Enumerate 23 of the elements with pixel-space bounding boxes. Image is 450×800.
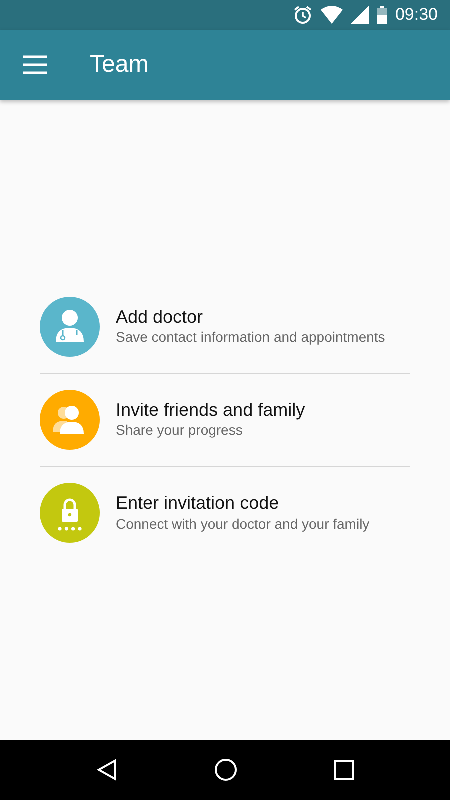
item-subtitle: Share your progress <box>116 421 244 440</box>
battery-icon <box>377 6 388 24</box>
home-button[interactable] <box>214 758 238 782</box>
menu-icon <box>22 55 48 75</box>
alarm-icon <box>293 5 314 25</box>
item-subtitle: Save contact information and appointments <box>116 328 386 346</box>
wifi-icon <box>321 6 344 24</box>
item-subtitle: Connect with your doctor and your family <box>116 514 370 533</box>
list-item[interactable]: Invite friends and family Share your progress <box>40 374 410 466</box>
menu-button[interactable] <box>22 55 48 75</box>
back-icon <box>96 759 118 781</box>
home-icon <box>214 758 238 782</box>
list-item[interactable]: Add doctor Save contact information and appointments <box>40 280 410 374</box>
item-title: Add doctor <box>116 306 204 328</box>
item-title: Enter invitation code <box>116 493 280 515</box>
recents-icon <box>334 760 354 780</box>
screen-title: Team <box>90 50 149 80</box>
item-title: Invite friends and family <box>116 400 306 422</box>
signal-icon <box>351 6 370 24</box>
clock-time: 09:30 <box>395 4 438 26</box>
list-item[interactable]: Enter invitation code Connect with your doctor and your family <box>40 466 410 560</box>
back-button[interactable] <box>96 759 118 781</box>
recents-button[interactable] <box>334 760 354 780</box>
